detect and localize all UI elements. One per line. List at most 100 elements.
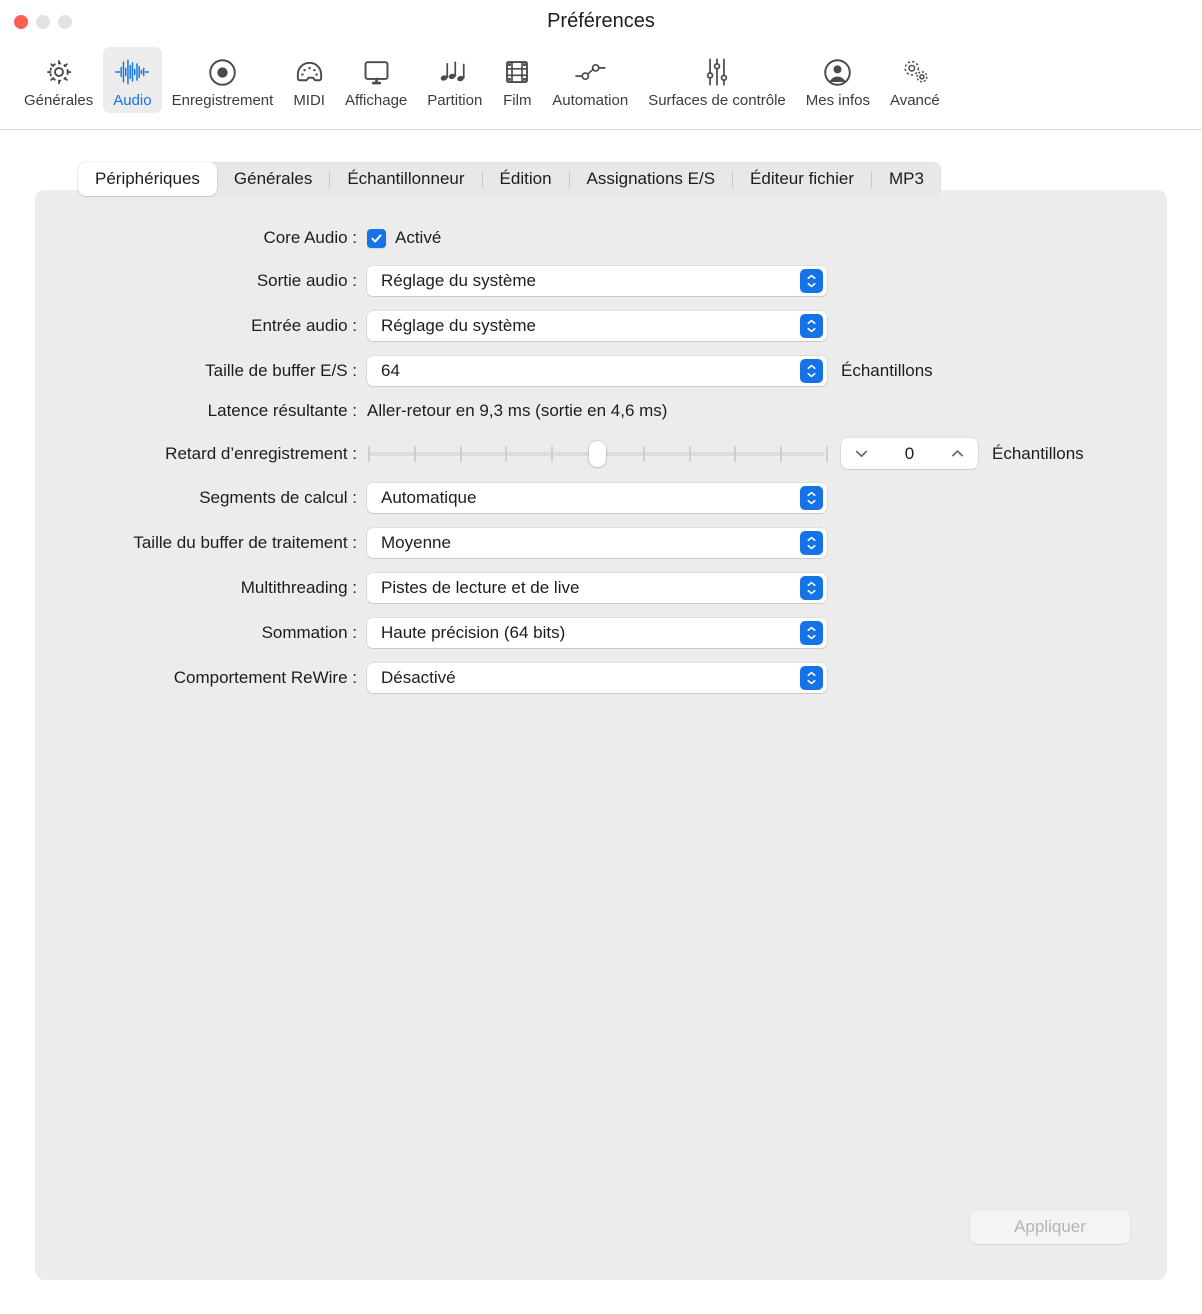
updown-chevron-icon[interactable] bbox=[800, 666, 823, 690]
toolbar-item-avance[interactable]: Avancé bbox=[880, 47, 950, 113]
toolbar-item-partition[interactable]: Partition bbox=[417, 47, 492, 113]
process-buffer-range-popup[interactable]: Moyenne bbox=[367, 528, 827, 558]
toolbar-item-label: Audio bbox=[113, 92, 152, 109]
toolbar-item-label: Mes infos bbox=[805, 92, 870, 109]
slider-tick bbox=[551, 445, 554, 462]
window-title: Préférences bbox=[547, 10, 655, 32]
core-audio-checkbox-label: Activé bbox=[395, 228, 442, 247]
audio-input-value: Réglage du système bbox=[381, 316, 536, 335]
preferences-toolbar: Générales Audio Enregistrement MIDI Affi… bbox=[0, 47, 1202, 130]
recording-delay-label: Retard d’enregistrement : bbox=[165, 443, 357, 463]
toolbar-item-label: Enregistrement bbox=[171, 92, 274, 109]
row-rewire-behaviour: Comportement ReWire : Désactivé bbox=[0, 663, 1202, 693]
resulting-latency-value: Aller-retour en 9,3 ms (sortie en 4,6 ms… bbox=[367, 401, 668, 420]
process-buffer-range-label: Taille du buffer de traitement : bbox=[133, 533, 357, 552]
audio-input-label: Entrée audio : bbox=[251, 316, 357, 335]
slider-tick bbox=[368, 445, 370, 462]
multithreading-popup[interactable]: Pistes de lecture et de live bbox=[367, 573, 827, 603]
slider-tick bbox=[413, 445, 416, 462]
io-buffer-size-unit: Échantillons bbox=[841, 361, 933, 380]
slider-tick bbox=[688, 445, 691, 462]
updown-chevron-icon[interactable] bbox=[800, 621, 823, 645]
row-process-buffer-range: Taille du buffer de traitement : Moyenne bbox=[0, 528, 1202, 558]
audio-output-label: Sortie audio : bbox=[256, 271, 357, 290]
toolbar-item-label: MIDI bbox=[293, 92, 325, 109]
resulting-latency-label: Latence résultante : bbox=[207, 401, 357, 420]
toolbar-item-audio[interactable]: Audio bbox=[103, 47, 162, 113]
summing-popup[interactable]: Haute précision (64 bits) bbox=[367, 618, 827, 648]
chevron-down-icon[interactable] bbox=[854, 446, 869, 461]
double-gear-icon bbox=[899, 53, 931, 91]
tab-edition[interactable]: Édition bbox=[483, 162, 569, 196]
apply-button[interactable]: Appliquer bbox=[970, 1210, 1130, 1244]
core-audio-label: Core Audio : bbox=[263, 228, 357, 247]
toolbar-item-label: Partition bbox=[427, 92, 483, 109]
row-io-buffer-size: Taille de buffer E/S : 64 Échantillons bbox=[0, 356, 1202, 386]
tab-generales[interactable]: Générales bbox=[217, 162, 329, 196]
rewire-behaviour-value: Désactivé bbox=[381, 668, 456, 687]
title-bar: Préférences bbox=[0, 0, 1202, 47]
display-monitor-icon bbox=[361, 53, 392, 91]
updown-chevron-icon[interactable] bbox=[800, 359, 823, 383]
row-audio-output: Sortie audio : Réglage du système bbox=[0, 266, 1202, 296]
recording-delay-stepper[interactable]: 0 bbox=[841, 438, 978, 469]
core-audio-checkbox[interactable] bbox=[367, 228, 386, 248]
toolbar-item-film[interactable]: Film bbox=[492, 47, 542, 113]
toolbar-item-label: Avancé bbox=[889, 92, 940, 109]
tab-mp3[interactable]: MP3 bbox=[872, 162, 941, 196]
toolbar-item-generales[interactable]: Générales bbox=[14, 47, 103, 113]
audio-output-value: Réglage du système bbox=[381, 271, 536, 290]
multithreading-label: Multithreading : bbox=[240, 578, 357, 597]
audio-input-popup[interactable]: Réglage du système bbox=[367, 311, 827, 341]
toolbar-item-label: Surfaces de contrôle bbox=[648, 92, 786, 109]
slider-thumb[interactable] bbox=[589, 440, 606, 467]
automation-node-icon bbox=[574, 53, 607, 91]
slider-tick bbox=[826, 445, 828, 462]
io-buffer-size-popup[interactable]: 64 bbox=[367, 356, 827, 386]
toolbar-item-surfaces-de-controle[interactable]: Surfaces de contrôle bbox=[638, 47, 796, 113]
preferences-window: Préférences Générales Audio Enregistreme… bbox=[0, 0, 1202, 1314]
toolbar-item-midi[interactable]: MIDI bbox=[283, 47, 335, 113]
row-resulting-latency: Latence résultante : Aller-retour en 9,3… bbox=[0, 401, 1202, 421]
updown-chevron-icon[interactable] bbox=[800, 269, 823, 293]
audio-output-popup[interactable]: Réglage du système bbox=[367, 266, 827, 296]
row-multithreading: Multithreading : Pistes de lecture et de… bbox=[0, 573, 1202, 603]
summing-label: Sommation : bbox=[261, 623, 357, 642]
recording-delay-slider[interactable] bbox=[367, 440, 828, 467]
summing-value: Haute précision (64 bits) bbox=[381, 623, 566, 642]
tab-assignations-es[interactable]: Assignations E/S bbox=[570, 162, 733, 196]
person-circle-icon bbox=[822, 53, 853, 91]
toolbar-item-enregistrement[interactable]: Enregistrement bbox=[162, 47, 284, 113]
io-buffer-size-value: 64 bbox=[381, 361, 400, 380]
row-summing: Sommation : Haute précision (64 bits) bbox=[0, 618, 1202, 648]
waveform-icon bbox=[114, 53, 150, 91]
toolbar-item-label: Générales bbox=[24, 92, 94, 109]
audio-preferences-tabbar: Périphériques Générales Échantillonneur … bbox=[78, 162, 941, 196]
checkmark-icon bbox=[371, 233, 382, 243]
tab-editeur-fichier[interactable]: Éditeur fichier bbox=[733, 162, 871, 196]
process-buffer-segments-popup[interactable]: Automatique bbox=[367, 483, 827, 513]
process-buffer-range-value: Moyenne bbox=[381, 533, 451, 552]
slider-tick bbox=[780, 445, 783, 462]
updown-chevron-icon[interactable] bbox=[800, 486, 823, 510]
process-buffer-segments-label: Segments de calcul : bbox=[199, 488, 357, 507]
row-audio-input: Entrée audio : Réglage du système bbox=[0, 311, 1202, 341]
row-core-audio: Core Audio : Activé bbox=[0, 228, 1202, 248]
toolbar-item-mes-infos[interactable]: Mes infos bbox=[796, 47, 880, 113]
tab-peripheriques[interactable]: Périphériques bbox=[78, 162, 217, 196]
row-recording-delay: Retard d’enregistrement : 0 Échantillons bbox=[0, 438, 1202, 469]
slider-tick bbox=[459, 445, 462, 462]
updown-chevron-icon[interactable] bbox=[800, 531, 823, 555]
rewire-behaviour-popup[interactable]: Désactivé bbox=[367, 663, 827, 693]
chevron-up-icon[interactable] bbox=[950, 446, 965, 461]
toolbar-item-affichage[interactable]: Affichage bbox=[335, 47, 417, 113]
multithreading-value: Pistes de lecture et de live bbox=[381, 578, 580, 597]
rewire-behaviour-label: Comportement ReWire : bbox=[173, 668, 357, 687]
tab-echantillonneur[interactable]: Échantillonneur bbox=[330, 162, 481, 196]
gear-icon bbox=[44, 53, 74, 91]
updown-chevron-icon[interactable] bbox=[800, 576, 823, 600]
updown-chevron-icon[interactable] bbox=[800, 314, 823, 338]
toolbar-item-automation[interactable]: Automation bbox=[542, 47, 638, 113]
toolbar-item-label: Film bbox=[503, 92, 532, 109]
toolbar-item-label: Affichage bbox=[344, 92, 408, 109]
